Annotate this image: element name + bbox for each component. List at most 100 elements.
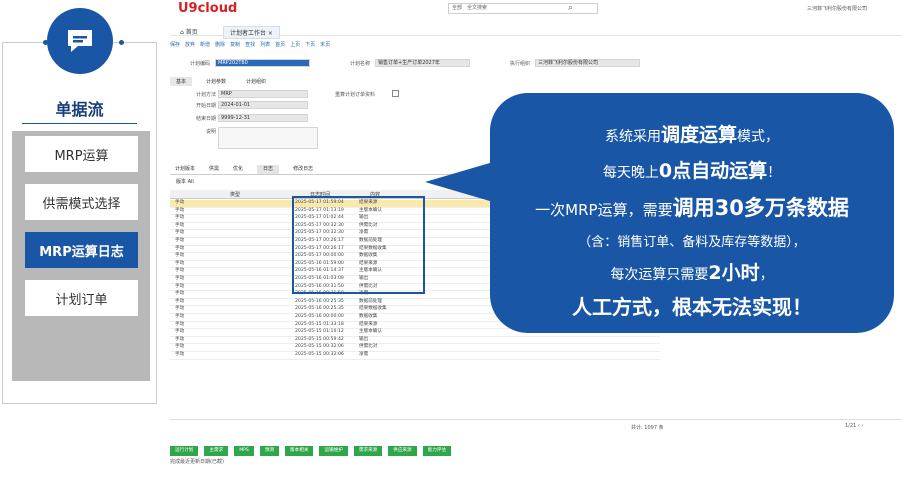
callout-line-1: 系统采用调度运算模式，	[604, 124, 779, 146]
maintenance-button[interactable]: 运输维护	[319, 446, 348, 456]
exec-org-field[interactable]: 三河菲飞利尔股份有限公司	[535, 59, 640, 67]
menu-item-mrp-log[interactable]: MRP运算日志	[25, 232, 138, 268]
reset-plan-checkbox[interactable]	[392, 90, 399, 97]
cell-content: 数据收集	[359, 314, 378, 319]
version-related-button[interactable]: 版本相关	[285, 446, 314, 456]
search-input[interactable]: 全部 全文搜索	[448, 3, 598, 14]
cell-type: 手动	[175, 222, 185, 228]
grid-footer: 共计: 1097 条 1/21 ‹ ›	[170, 419, 902, 431]
menu-item-mrp-run[interactable]: MRP运算	[25, 136, 138, 172]
callout-line-3: 一次MRP运算，需要调用30多万条数据	[535, 196, 849, 220]
search-placeholder: 全文搜索	[467, 5, 488, 11]
table-row[interactable]: 手动 2025-05-15 00:32:06 净需	[170, 352, 660, 360]
cell-type: 手动	[175, 238, 185, 243]
toolbar: 保存 放弃 新增 删除 复制 查找 列表 首页 上页 下页 末页	[170, 41, 330, 48]
main-demand-button[interactable]: 主需求	[204, 446, 229, 456]
toolbar-prev[interactable]: 上页	[290, 41, 300, 48]
plan-name-label: 计划名称	[349, 61, 370, 67]
toolbar-discard[interactable]: 放弃	[185, 41, 195, 48]
forecast-button[interactable]: 预测	[259, 446, 280, 456]
col-type[interactable]: 类型	[230, 191, 240, 198]
search-scope[interactable]: 全部	[452, 4, 462, 13]
cell-type: 手动	[175, 336, 185, 342]
start-date-field[interactable]: 2024-01-01	[218, 101, 308, 109]
tab-optimize[interactable]: 优化	[233, 165, 243, 174]
tab-planner-workbench[interactable]: 计划者工作台 ×	[223, 26, 280, 39]
cell-type: 手动	[175, 253, 185, 259]
reset-plan-label: 重算计划订单资料	[335, 92, 376, 98]
plan-name-field[interactable]: 销售订单+生产订单2027年	[375, 59, 470, 67]
form-subtabs: 基本 计划参数 计划组织	[170, 77, 272, 86]
end-date-field[interactable]: 9999-12-31	[218, 114, 308, 122]
search-icon[interactable]: ⌕	[568, 3, 573, 13]
pager[interactable]: 1/21 ‹ ›	[845, 423, 863, 429]
cell-type: 手动	[175, 207, 185, 213]
title-underline	[22, 123, 137, 124]
cell-type: 手动	[175, 314, 185, 319]
record-count: 共计: 1097 条	[631, 425, 664, 431]
u9cloud-logo: U9cloud	[178, 1, 238, 16]
callout-line-2: 每天晚上0点自动运算！	[602, 160, 782, 182]
cell-type: 手动	[175, 321, 185, 327]
cell-content: 结果数据收集	[359, 306, 387, 312]
toolbar-delete[interactable]: 删除	[215, 41, 225, 48]
cell-log-time: 2025-05-16 00:25:35	[295, 306, 344, 312]
subtab-basic[interactable]: 基本	[170, 77, 193, 86]
subtab-plan-params[interactable]: 计划参数	[200, 77, 232, 86]
toolbar-copy[interactable]: 复制	[230, 41, 240, 48]
toolbar-new[interactable]: 新增	[200, 41, 210, 48]
cell-content: 主版本确认	[359, 329, 382, 335]
version-filter[interactable]: 版本 All	[176, 178, 194, 185]
run-plan-button[interactable]: 运行计划	[170, 446, 199, 456]
plan-code-label: 计划编码	[189, 61, 210, 67]
tab-change-log[interactable]: 修改日志	[293, 165, 313, 174]
action-buttons: 运行计划 主需求 MPS 预测 版本相关 运输维护 需求来源 供应来源 能力评估	[170, 446, 451, 456]
toolbar-first[interactable]: 首页	[275, 41, 285, 48]
toolbar-last[interactable]: 末页	[320, 41, 330, 48]
table-row[interactable]: 手动 2025-05-15 00:59:42 输出	[170, 337, 660, 345]
tab-plan-version[interactable]: 计划版本	[175, 165, 195, 174]
capacity-eval-button[interactable]: 能力评估	[422, 446, 451, 456]
plan-method-label: 计划方法	[195, 92, 216, 98]
start-date-label: 开始日期	[195, 103, 216, 109]
tab-home[interactable]: ⌂ 首页	[180, 27, 198, 36]
plan-code-field[interactable]: MRP202T80	[215, 59, 310, 67]
mps-button[interactable]: MPS	[234, 446, 254, 456]
cell-content: 数据前处理	[359, 298, 382, 304]
toolbar-find[interactable]: 查找	[245, 41, 255, 48]
toolbar-next[interactable]: 下页	[305, 41, 315, 48]
toolbar-save[interactable]: 保存	[170, 41, 180, 48]
cell-type: 手动	[175, 352, 185, 357]
demand-source-button[interactable]: 需求来源	[353, 446, 383, 456]
end-date-label: 结束日期	[195, 116, 216, 122]
cell-type: 手动	[175, 298, 185, 304]
cell-type: 手动	[175, 283, 185, 289]
cell-log-time: 2025-05-16 00:00:00	[295, 314, 344, 319]
cell-type: 手动	[175, 245, 185, 251]
menu-item-supply-demand-mode[interactable]: 供需模式选择	[25, 184, 138, 220]
cell-type: 手动	[175, 230, 185, 236]
cell-type: 手动	[175, 215, 185, 221]
company-selector[interactable]: 三河菲飞利尔股份有限公司	[807, 5, 867, 12]
cell-log-time: 2025-05-15 01:33:18	[295, 321, 344, 327]
subtab-plan-org[interactable]: 计划组织	[240, 77, 272, 86]
table-row[interactable]: 手动 2025-05-15 00:32:06 供需比对	[170, 344, 660, 352]
cell-content: 净需	[359, 352, 369, 357]
plan-method-field[interactable]: MRP	[218, 90, 308, 98]
cell-log-time: 2025-05-15 00:59:42	[295, 336, 344, 342]
tab-supply-demand[interactable]: 供需	[209, 165, 219, 174]
cell-log-time: 2025-05-15 01:10:12	[295, 329, 344, 335]
connector-dot-right	[119, 40, 124, 45]
menu-item-planned-order[interactable]: 计划订单	[25, 280, 138, 316]
cell-type: 手动	[175, 268, 185, 274]
cell-type: 手动	[175, 344, 185, 350]
description-field[interactable]	[218, 127, 318, 149]
cell-type: 手动	[175, 276, 185, 281]
cell-log-time: 2025-05-16 00:25:35	[295, 298, 344, 304]
cell-type: 手动	[175, 291, 185, 297]
page-tabs: ⌂ 首页 计划者工作台 ×	[170, 24, 902, 39]
toolbar-list[interactable]: 列表	[260, 41, 270, 48]
callout-tail	[425, 160, 500, 204]
tab-log[interactable]: 日志	[257, 165, 280, 174]
supply-source-button[interactable]: 供应来源	[388, 446, 417, 456]
